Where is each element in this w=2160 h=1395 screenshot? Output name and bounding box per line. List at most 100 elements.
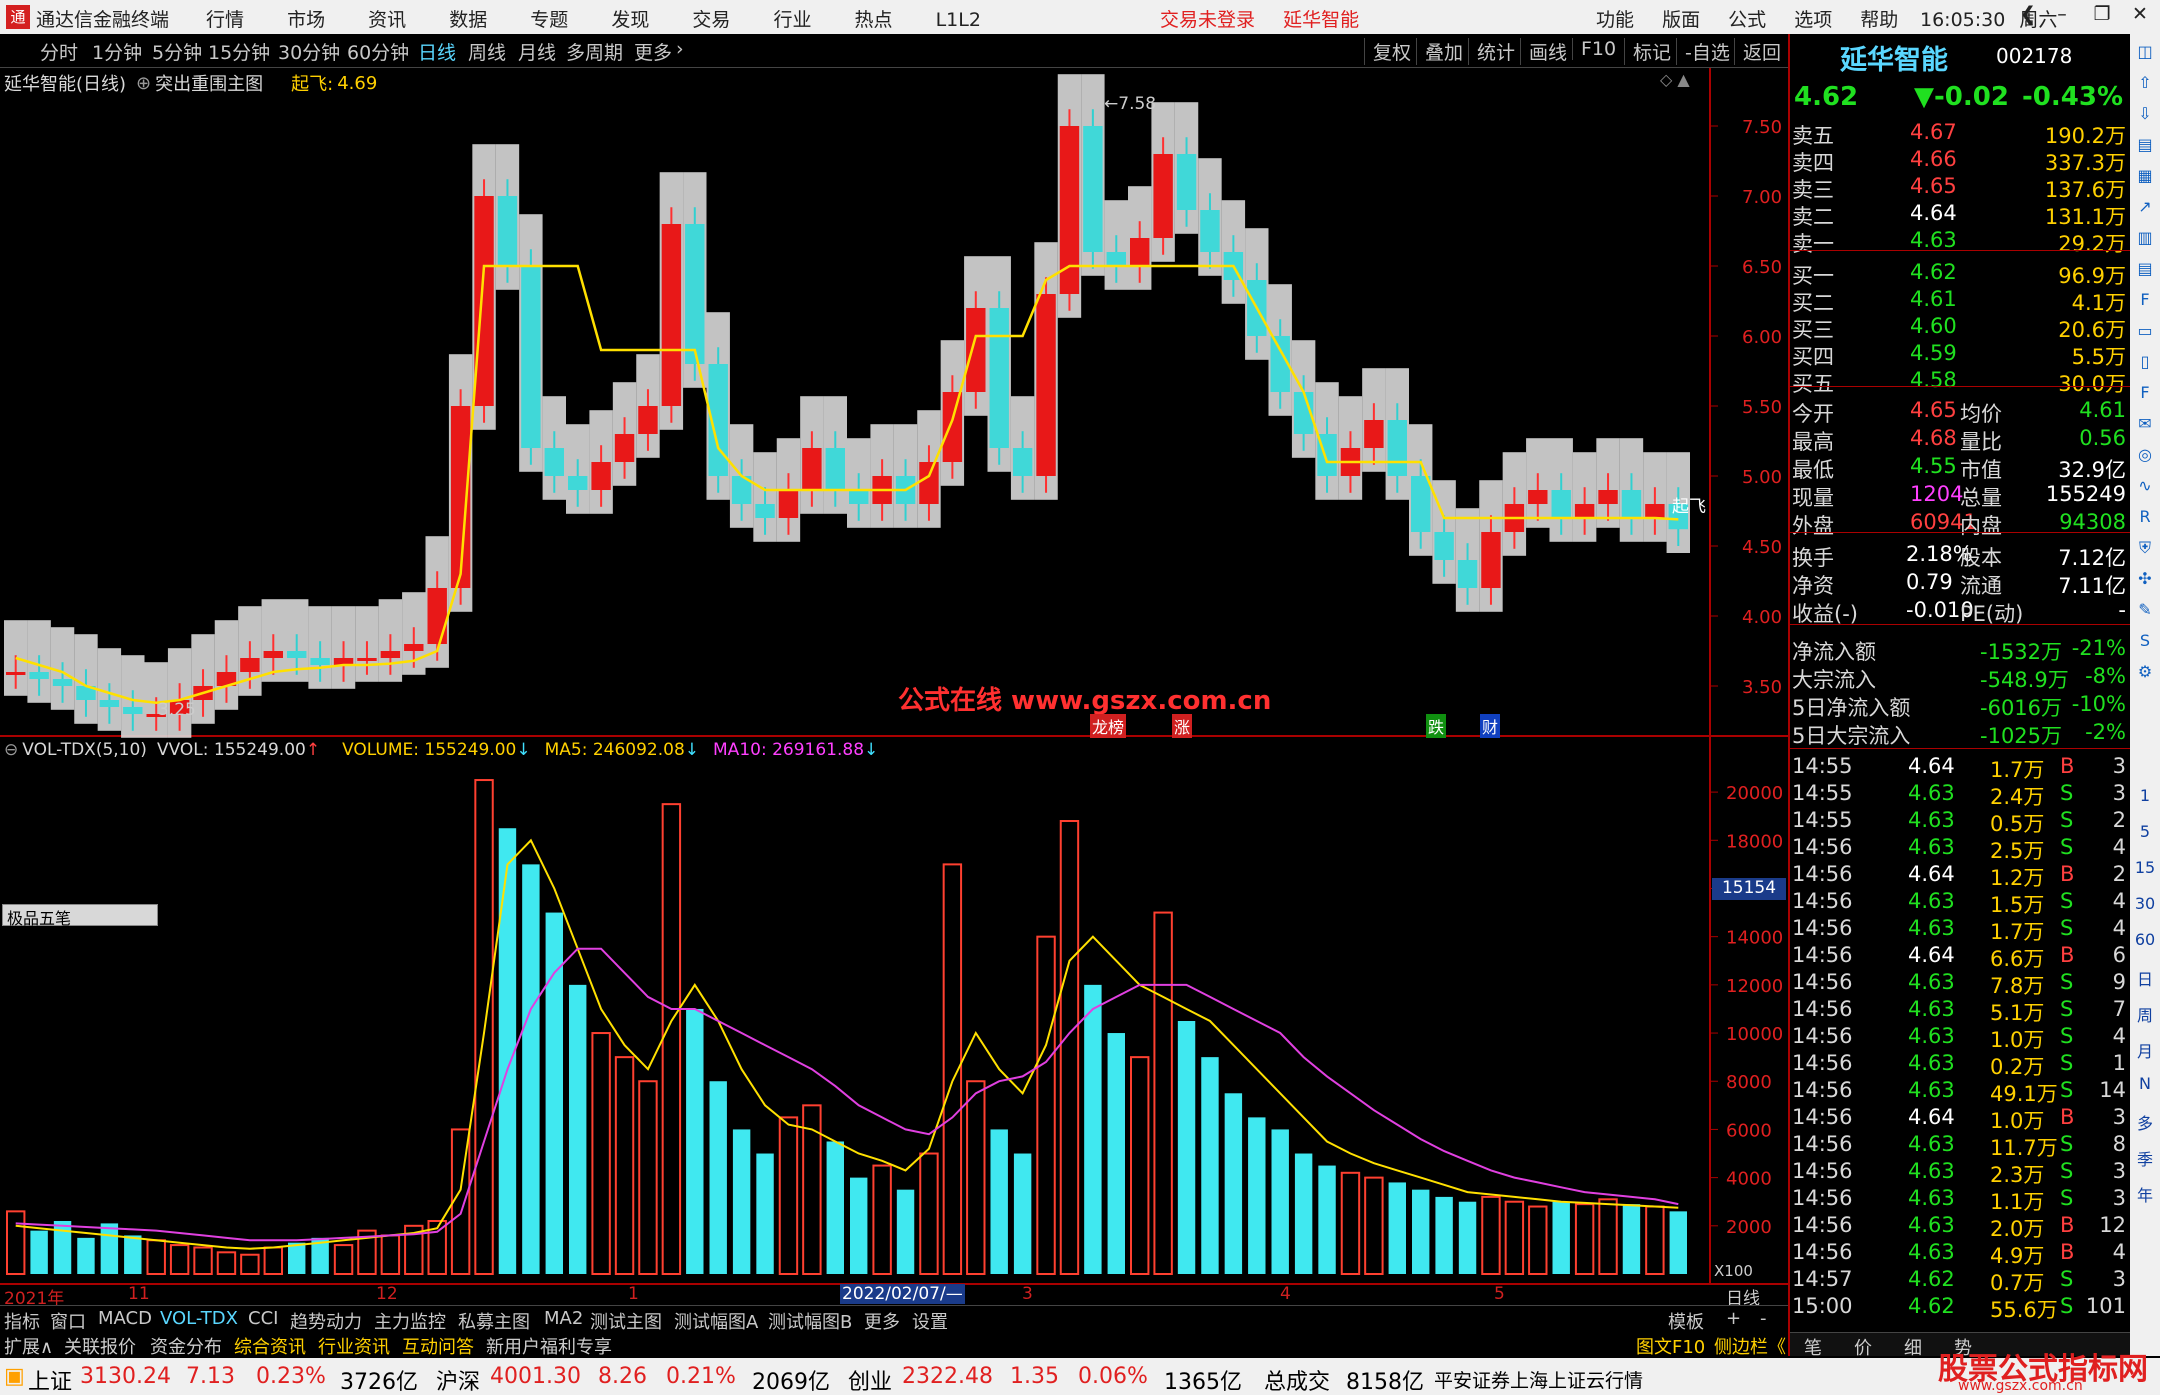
fundamental-row[interactable]: 收益(-) -0.010 PE(动) - bbox=[1790, 598, 2130, 626]
doc-icon[interactable]: ▯ bbox=[2132, 352, 2158, 382]
fundamental-row[interactable]: 净资 0.79 流通 7.11亿 bbox=[1790, 570, 2130, 598]
menu-item-function[interactable]: 功能 bbox=[1596, 9, 1634, 31]
tick-row[interactable]: 14:56 4.63 0.2万 S 1 bbox=[1790, 1051, 2130, 1079]
tab-5min[interactable]: 5分钟 bbox=[152, 38, 202, 65]
marker-dragon-list[interactable]: 龙榜 bbox=[1090, 714, 1127, 738]
vol-indicator-name[interactable]: VOL-TDX(5,10) bbox=[22, 740, 147, 760]
f10-button[interactable]: F10 bbox=[1572, 38, 1616, 60]
tick-row[interactable]: 14:56 4.63 2.3万 S 3 bbox=[1790, 1159, 2130, 1187]
return-button[interactable]: 返回 bbox=[1734, 38, 1781, 65]
restore-icon[interactable]: ❐ bbox=[2086, 3, 2118, 31]
tick-row[interactable]: 14:55 4.64 1.7万 B 3 bbox=[1790, 754, 2130, 782]
tab-ma2[interactable]: MA2 bbox=[544, 1308, 583, 1329]
remove-button[interactable]: - bbox=[1760, 1308, 1767, 1329]
tab-new-user-benefits[interactable]: 新用户福利专享 bbox=[486, 1333, 612, 1359]
marker-finance[interactable]: 财 bbox=[1480, 714, 1501, 738]
tick-row[interactable]: 14:56 4.64 1.0万 B 3 bbox=[1790, 1105, 2130, 1133]
bid-row[interactable]: 买二 4.61 4.1万 bbox=[1790, 287, 2130, 315]
up-arrow-icon[interactable]: ⇧ bbox=[2132, 73, 2158, 103]
tick-row[interactable]: 14:56 4.63 49.1万 S 14 bbox=[1790, 1078, 2130, 1106]
adjust-button[interactable]: 复权 bbox=[1364, 38, 1411, 65]
stat-row[interactable]: 现量 1204 总量 155249 bbox=[1790, 482, 2130, 510]
stat-row[interactable]: 今开 4.65 均价 4.61 bbox=[1790, 398, 2130, 426]
pen-icon[interactable]: ✎ bbox=[2132, 600, 2158, 630]
trade-status[interactable]: 交易未登录 bbox=[1160, 9, 1255, 31]
sidebar-period-2[interactable]: 15 bbox=[2132, 858, 2158, 888]
f10-link[interactable]: 图文F10 bbox=[1636, 1333, 1705, 1359]
overlay-name[interactable]: 突出重围主图 bbox=[155, 70, 263, 96]
trend-icon[interactable]: ↗ bbox=[2132, 197, 2158, 227]
sidebar-period-5[interactable]: 日 bbox=[2132, 966, 2158, 996]
sidebar-period-11[interactable]: 年 bbox=[2132, 1182, 2158, 1212]
expand-button[interactable]: 扩展∧ bbox=[4, 1333, 53, 1359]
sidebar-period-1[interactable]: 5 bbox=[2132, 822, 2158, 852]
fs-icon[interactable]: S bbox=[2132, 631, 2158, 661]
sidebar-period-6[interactable]: 周 bbox=[2132, 1002, 2158, 1032]
monitor-icon[interactable]: ▭ bbox=[2132, 321, 2158, 351]
sidebar-period-10[interactable]: 季 bbox=[2132, 1146, 2158, 1176]
dock-icon[interactable]: ◫ bbox=[2132, 42, 2158, 72]
panel-tab-detail[interactable]: 细 bbox=[1904, 1334, 1922, 1360]
tab-monthly[interactable]: 月线 bbox=[518, 38, 556, 65]
bid-row[interactable]: 买五 4.58 30.0万 bbox=[1790, 368, 2130, 396]
tick-row[interactable]: 14:55 4.63 0.5万 S 2 bbox=[1790, 808, 2130, 836]
menu-item-topics[interactable]: 专题 bbox=[530, 9, 568, 31]
bid-row[interactable]: 买四 4.59 5.5万 bbox=[1790, 341, 2130, 369]
tick-row[interactable]: 14:56 4.63 7.8万 S 9 bbox=[1790, 970, 2130, 998]
menu-item-market[interactable]: 市场 bbox=[287, 9, 325, 31]
tick-row[interactable]: 15:00 4.62 55.6万 S 101 bbox=[1790, 1294, 2130, 1322]
tab-30min[interactable]: 30分钟 bbox=[278, 38, 340, 65]
sidebar-period-9[interactable]: 多 bbox=[2132, 1110, 2158, 1140]
tab-fund-distribution[interactable]: 资金分布 bbox=[150, 1333, 222, 1359]
tab-weekly[interactable]: 周线 bbox=[468, 38, 506, 65]
tab-timeshare[interactable]: 分时 bbox=[40, 38, 78, 65]
ask-row[interactable]: 卖五 4.67 190.2万 bbox=[1790, 120, 2130, 148]
vol-settings-icon[interactable]: ⊖ bbox=[4, 740, 18, 760]
wave-icon[interactable]: ∿ bbox=[2132, 476, 2158, 506]
menu-item-layout[interactable]: 版面 bbox=[1662, 9, 1700, 31]
tick-row[interactable]: 14:56 4.63 11.7万 S 8 bbox=[1790, 1132, 2130, 1160]
shield-icon[interactable]: ⛨ bbox=[2132, 538, 2158, 568]
f10-icon[interactable]: F bbox=[2132, 290, 2158, 320]
tab-60min[interactable]: 60分钟 bbox=[347, 38, 409, 65]
chart-settings-icon[interactable]: ◇ ▲ bbox=[1660, 70, 1690, 89]
tick-row[interactable]: 14:56 4.63 1.7万 S 4 bbox=[1790, 916, 2130, 944]
sidebar-period-3[interactable]: 30 bbox=[2132, 894, 2158, 924]
marker-fall[interactable]: 跌 bbox=[1426, 714, 1447, 738]
tab-daily[interactable]: 日线 bbox=[418, 38, 456, 65]
tick-row[interactable]: 14:56 4.64 6.6万 B 6 bbox=[1790, 943, 2130, 971]
sh-label[interactable]: 上证 bbox=[28, 1364, 72, 1395]
bid-row[interactable]: 买一 4.62 96.9万 bbox=[1790, 260, 2130, 288]
grid-icon[interactable]: ▥ bbox=[2132, 228, 2158, 258]
down-arrow-icon[interactable]: ⇩ bbox=[2132, 104, 2158, 134]
close-icon[interactable]: ✕ bbox=[2124, 3, 2156, 31]
ime-toolbar[interactable]: 极品五笔 bbox=[2, 904, 158, 928]
tab-cci[interactable]: CCI bbox=[248, 1308, 278, 1329]
stats-button[interactable]: 统计 bbox=[1468, 38, 1515, 65]
gear-icon[interactable]: ⚙ bbox=[2132, 662, 2158, 692]
tick-row[interactable]: 14:55 4.63 2.4万 S 3 bbox=[1790, 781, 2130, 809]
menu-item-data[interactable]: 数据 bbox=[449, 9, 487, 31]
rsi-icon[interactable]: R bbox=[2132, 507, 2158, 537]
chevron-right-icon[interactable]: › bbox=[676, 38, 684, 60]
tab-related-quotes[interactable]: 关联报价 bbox=[64, 1333, 136, 1359]
compass-icon[interactable]: ✣ bbox=[2132, 569, 2158, 599]
marker-rise[interactable]: 涨 bbox=[1172, 714, 1193, 738]
menu-item-news[interactable]: 资讯 bbox=[368, 9, 406, 31]
mark-button[interactable]: 标记 bbox=[1624, 38, 1671, 65]
circle-icon[interactable]: ◎ bbox=[2132, 445, 2158, 475]
chart-icon[interactable]: ▤ bbox=[2132, 135, 2158, 165]
tick-row[interactable]: 14:56 4.63 2.5万 S 4 bbox=[1790, 835, 2130, 863]
tick-row[interactable]: 14:56 4.63 1.0万 S 4 bbox=[1790, 1024, 2130, 1052]
flow-row[interactable]: 5日净流入额 -6016万 -10% bbox=[1790, 692, 2130, 720]
tab-general-news[interactable]: 综合资讯 bbox=[234, 1333, 306, 1359]
overlay-button[interactable]: 叠加 bbox=[1416, 38, 1463, 65]
panel-tab-trades[interactable]: 笔 bbox=[1804, 1334, 1822, 1360]
menu-item-formula[interactable]: 公式 bbox=[1728, 9, 1766, 31]
remove-watchlist-button[interactable]: -自选 bbox=[1676, 38, 1730, 65]
minimize-icon[interactable]: – bbox=[2046, 3, 2078, 31]
tick-row[interactable]: 14:56 4.63 5.1万 S 7 bbox=[1790, 997, 2130, 1025]
tab-15min[interactable]: 15分钟 bbox=[208, 38, 270, 65]
sidebar-period-8[interactable]: N bbox=[2132, 1074, 2158, 1104]
tab-multi-period[interactable]: 多周期 bbox=[566, 38, 623, 65]
